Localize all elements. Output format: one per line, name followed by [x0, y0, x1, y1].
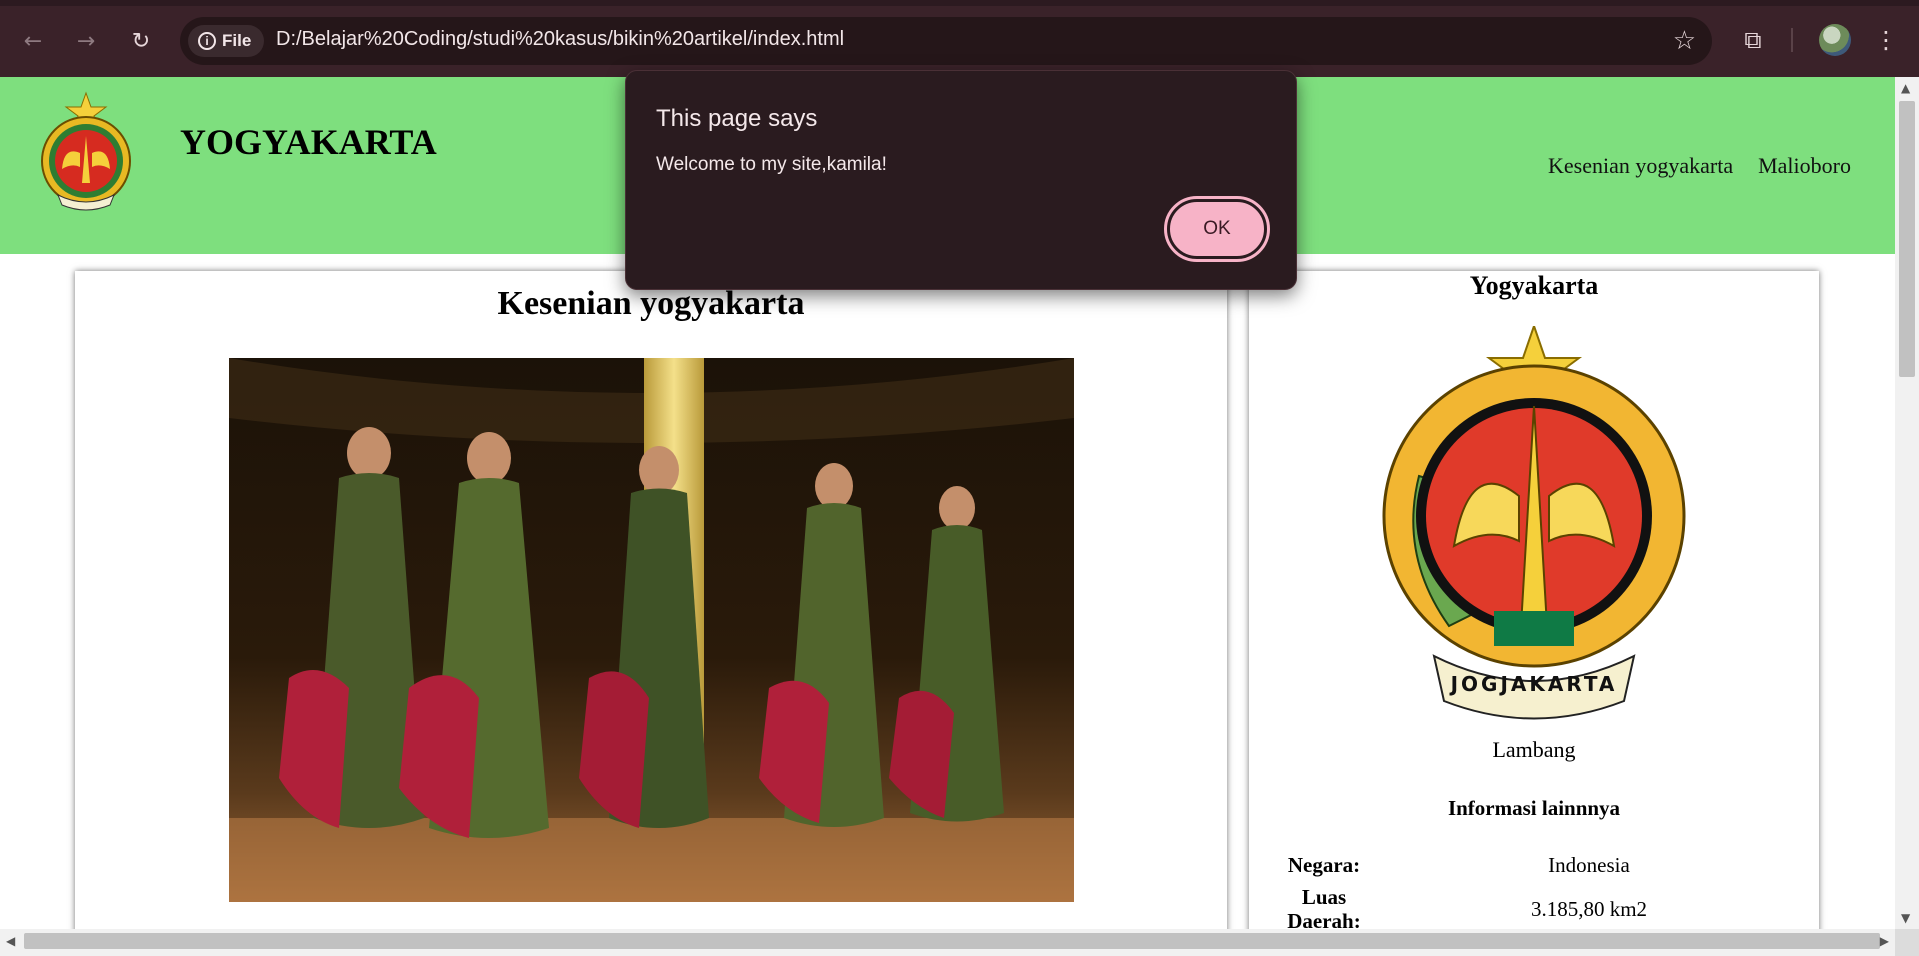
horizontal-scroll-thumb[interactable] [24, 933, 1880, 949]
info-label: Negara: [1287, 853, 1361, 877]
url-text[interactable]: D:/Belajar%20Coding/studi%20kasus/bikin%… [276, 28, 844, 51]
forward-icon[interactable]: → [69, 24, 103, 58]
article-heading: Kesenian yogyakarta [497, 285, 805, 322]
toolbar-divider [1791, 28, 1793, 52]
back-icon[interactable]: ← [16, 24, 50, 58]
nav-link-kesenian[interactable]: Kesenian yogyakarta [1548, 153, 1733, 179]
scroll-left-icon[interactable]: ◀ [6, 934, 15, 948]
info-label: Luas Daerah: [1287, 885, 1361, 929]
info-sidebar: Yogyakarta JOGJAKARTA Lambang Informasi … [1249, 271, 1819, 929]
vertical-scrollbar[interactable]: ▲ ▼ [1895, 77, 1919, 929]
reload-icon[interactable]: ↻ [124, 24, 158, 58]
scrollbar-corner [1895, 929, 1919, 956]
browser-toolbar: ← → ↻ i File D:/Belajar%20Coding/studi%2… [0, 0, 1919, 77]
article-card: Kesenian yogyakarta [75, 271, 1227, 929]
dialog-title: This page says [656, 105, 818, 132]
info-value: Indonesia [1548, 853, 1630, 877]
scroll-right-icon[interactable]: ▶ [1880, 934, 1889, 948]
site-title: YOGYAKARTA [180, 122, 437, 162]
profile-avatar[interactable] [1819, 24, 1851, 56]
site-nav: Kesenian yogyakarta Malioboro [1548, 153, 1851, 179]
scroll-down-icon[interactable]: ▼ [1901, 911, 1910, 925]
table-row: Negara: Indonesia [1269, 853, 1799, 877]
emblem-caption: Lambang [1492, 737, 1576, 762]
browser-menu-icon[interactable]: ⋮ [1874, 24, 1898, 56]
dialog-message: Welcome to my site,kamila! [656, 154, 887, 175]
ok-button[interactable]: OK [1164, 196, 1270, 262]
info-icon: i [198, 32, 216, 50]
table-row: Luas Daerah: 3.185,80 km2 [1269, 877, 1799, 929]
info-value: 3.185,80 km2 [1530, 897, 1648, 921]
vertical-scroll-thumb[interactable] [1899, 101, 1915, 377]
site-info-chip[interactable]: i File [188, 25, 264, 57]
file-label: File [222, 31, 252, 50]
emblem-text: JOGJAKARTA [1449, 672, 1618, 696]
nav-link-malioboro[interactable]: Malioboro [1758, 153, 1851, 179]
address-bar[interactable]: i File D:/Belajar%20Coding/studi%20kasus… [180, 17, 1712, 65]
sidebar-title: Yogyakarta [1469, 271, 1599, 300]
info-table: Negara: Indonesia Luas Daerah: 3.185,80 … [1269, 853, 1799, 929]
scroll-up-icon[interactable]: ▲ [1901, 81, 1910, 95]
dance-photo [229, 358, 1074, 902]
alert-dialog: This page says Welcome to my site,kamila… [625, 70, 1297, 290]
bookmark-star-icon[interactable]: ☆ [1673, 25, 1696, 57]
info-heading: Informasi lainnnya [1447, 796, 1621, 820]
horizontal-scrollbar[interactable]: ◀ ▶ [0, 929, 1895, 953]
extensions-icon[interactable]: ⧉ [1738, 25, 1768, 55]
yogyakarta-coat-of-arms: JOGJAKARTA [1382, 326, 1686, 720]
yogyakarta-emblem-logo [41, 91, 131, 211]
tab-strip [0, 0, 1919, 6]
